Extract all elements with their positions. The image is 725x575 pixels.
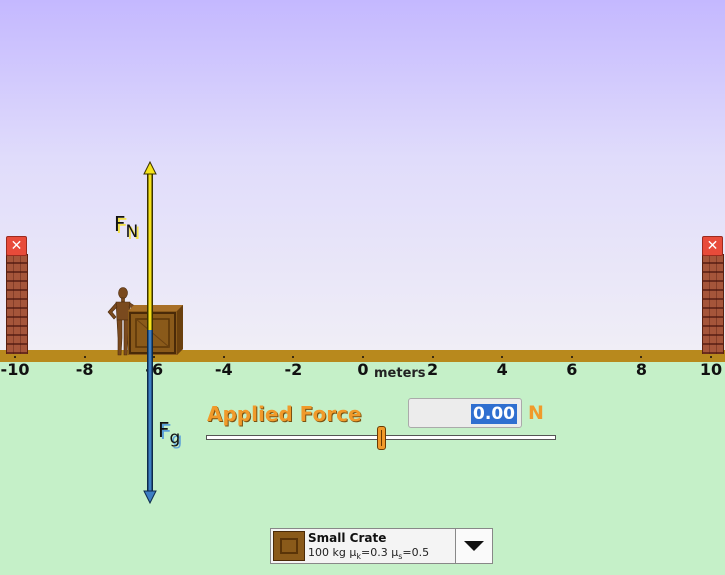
axis-tick-label: 6 xyxy=(566,360,578,379)
applied-force-input[interactable]: 0.00 xyxy=(408,398,522,428)
axis-tick xyxy=(431,356,434,358)
axis-tick-label: 10 xyxy=(699,360,723,379)
axis-tick-label: 8 xyxy=(635,360,647,379)
normal-force-label: FN xyxy=(114,212,139,242)
axis-tick xyxy=(640,356,643,358)
close-icon: ✕ xyxy=(706,238,719,254)
axis-tick xyxy=(292,356,295,358)
axis-tick xyxy=(14,356,16,358)
applied-force-label: Applied Force xyxy=(207,402,362,426)
object-properties: 100 kg μk=0.3 μs=0.5 xyxy=(308,546,430,562)
crate-object[interactable] xyxy=(128,305,183,355)
axis-tick xyxy=(710,356,712,358)
axis-tick-label: -8 xyxy=(75,360,94,379)
axis-tick-label: 4 xyxy=(496,360,508,379)
axis-tick xyxy=(222,356,225,358)
right-wall[interactable] xyxy=(702,254,724,354)
object-name: Small Crate xyxy=(308,531,387,545)
axis-tick xyxy=(83,356,86,358)
dropdown-button[interactable] xyxy=(455,529,492,563)
applied-force-value[interactable]: 0.00 xyxy=(471,404,517,424)
axis-tick xyxy=(362,356,364,358)
right-wall-remove-button[interactable]: ✕ xyxy=(702,236,723,256)
axis-tick xyxy=(570,356,573,358)
left-wall-remove-button[interactable]: ✕ xyxy=(6,236,27,256)
axis-tick xyxy=(153,356,156,358)
applied-force-unit: N xyxy=(528,402,544,424)
axis-tick xyxy=(501,356,504,358)
gravity-force-label: Fg xyxy=(158,418,181,448)
axis-units-label: meters xyxy=(374,366,426,381)
axis-tick-label: -4 xyxy=(214,360,233,379)
close-icon: ✕ xyxy=(10,238,23,254)
axis-tick-label: 0 xyxy=(357,360,369,379)
object-selector[interactable]: Small Crate 100 kg μk=0.3 μs=0.5 xyxy=(270,528,493,564)
axis-tick-label: -10 xyxy=(0,360,30,379)
axis-tick-label: -2 xyxy=(284,360,303,379)
axis-tick-label: -6 xyxy=(145,360,164,379)
left-wall[interactable] xyxy=(6,254,28,354)
crate-icon xyxy=(273,531,305,561)
applied-force-slider-thumb[interactable] xyxy=(377,426,386,450)
axis-tick-label: 2 xyxy=(427,360,439,379)
